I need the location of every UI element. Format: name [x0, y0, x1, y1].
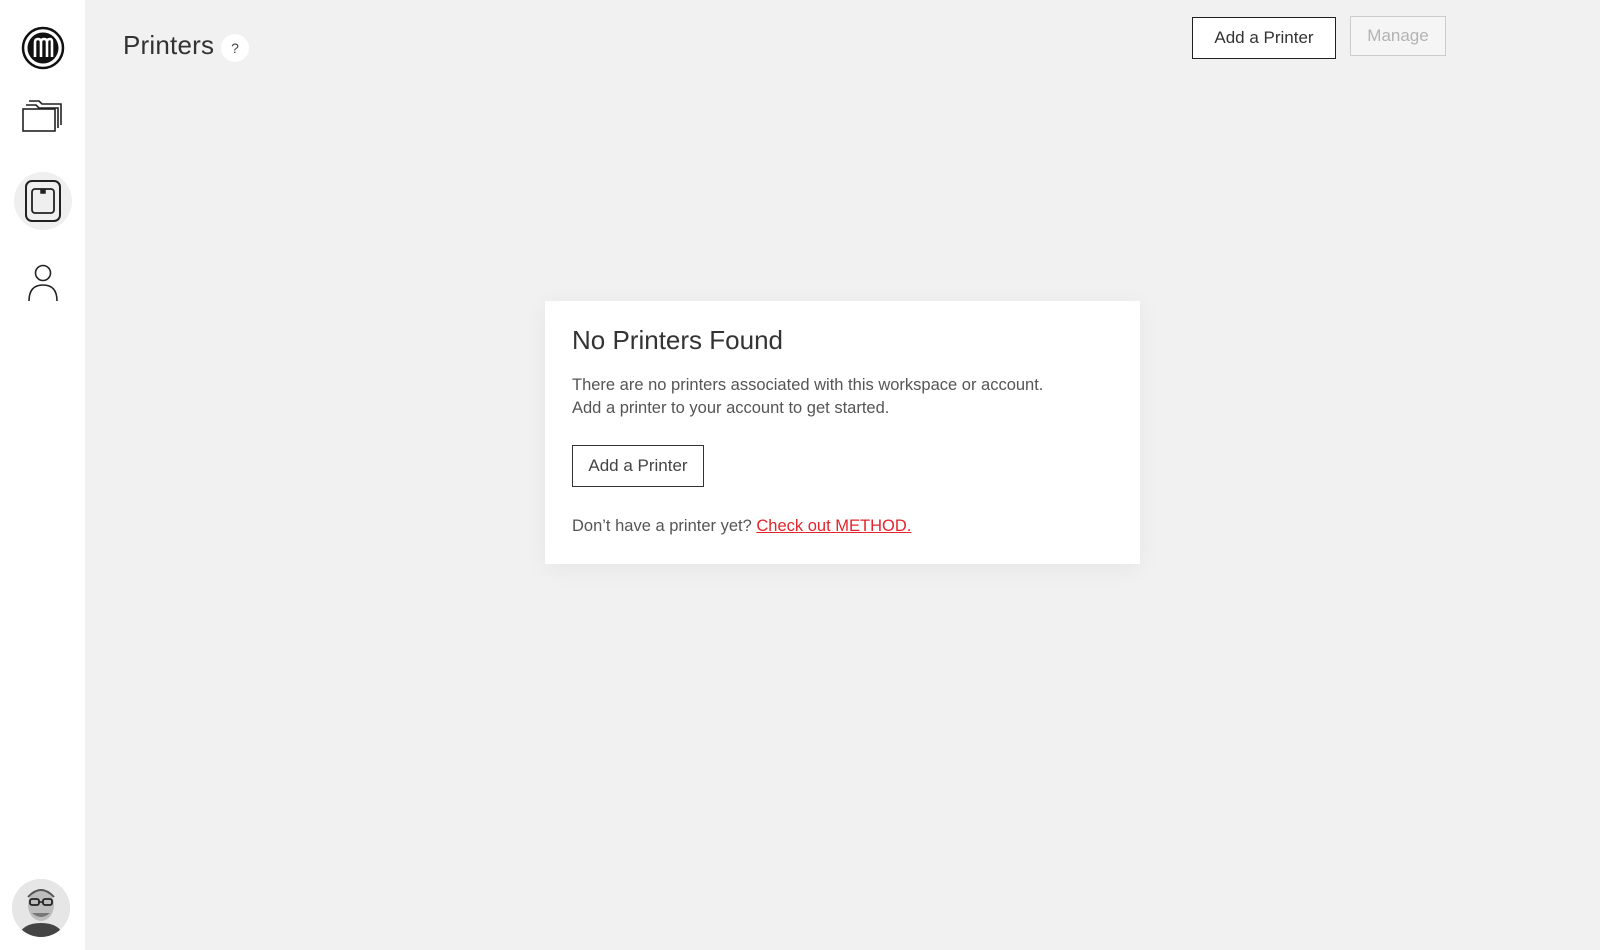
footer-text: Don’t have a printer yet? [572, 517, 752, 535]
empty-state-footer: Don’t have a printer yet? Check out METH… [572, 517, 1113, 536]
empty-state-card: No Printers Found There are no printers … [545, 301, 1140, 564]
empty-state-line-1: There are no printers associated with th… [572, 376, 1044, 394]
makerbot-logo-icon[interactable] [14, 19, 72, 77]
check-out-method-link[interactable]: Check out METHOD. [756, 517, 911, 535]
folders-icon[interactable] [14, 86, 72, 144]
add-printer-button[interactable]: Add a Printer [1192, 17, 1336, 59]
manage-button[interactable]: Manage [1350, 16, 1446, 56]
page-title: Printers [123, 30, 215, 60]
printer-icon[interactable] [14, 172, 72, 230]
sidebar [0, 0, 85, 950]
empty-state-line-2: Add a printer to your account to get sta… [572, 399, 890, 417]
empty-state-message: There are no printers associated with th… [572, 374, 1113, 420]
avatar[interactable] [12, 879, 70, 937]
empty-state-title: No Printers Found [572, 325, 783, 355]
help-button[interactable]: ? [221, 34, 249, 62]
user-icon[interactable] [14, 254, 72, 312]
main-content: Printers ? Add a Printer Manage No Print… [85, 0, 1600, 950]
empty-state-add-printer-button[interactable]: Add a Printer [572, 445, 704, 487]
